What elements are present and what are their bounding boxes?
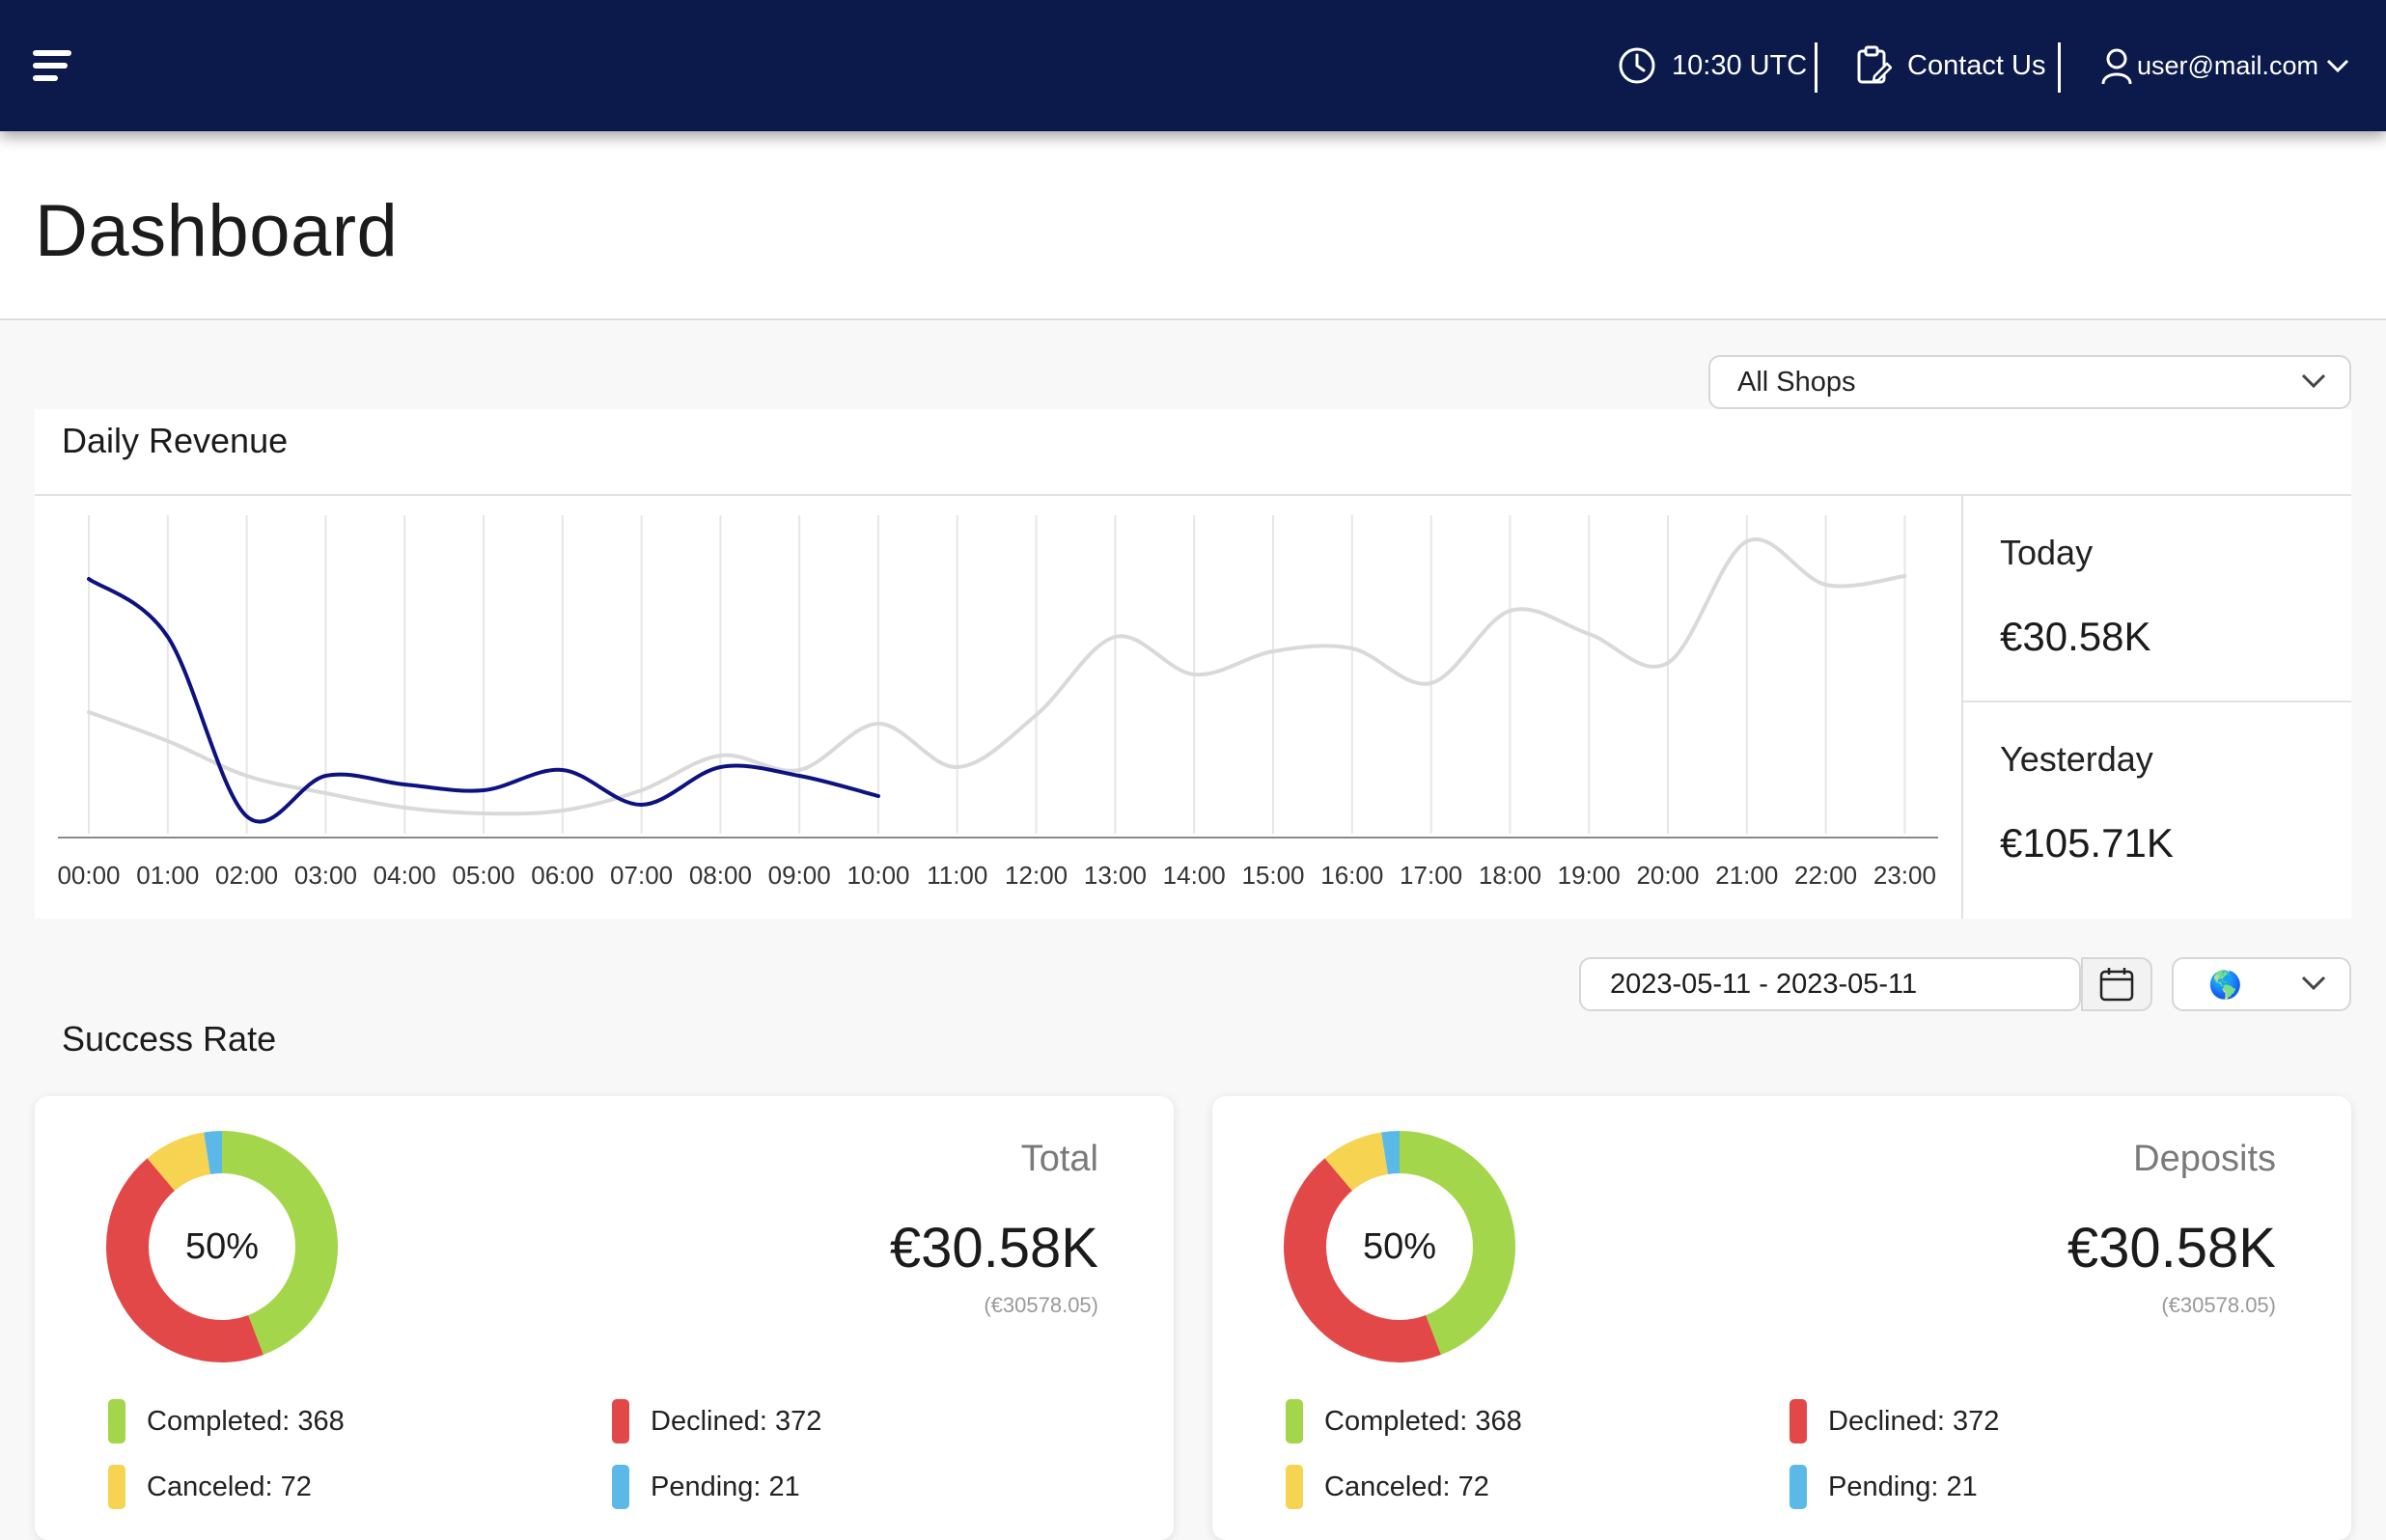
hamburger-menu-icon[interactable] (33, 50, 71, 83)
x-tick-label: 18:00 (1479, 861, 1541, 890)
series-line-yesterday (87, 536, 1907, 816)
success-rate-card-deposits: 50% Deposits €30.58K (€30578.05) Complet… (1212, 1096, 2351, 1540)
chevron-down-icon (2326, 59, 2349, 73)
legend-swatch (108, 1399, 125, 1444)
top-navigation-bar: 10:30 UTC Contact Us user@mail.com (0, 0, 2386, 131)
legend-item-declined: Declined: 372 (612, 1399, 821, 1444)
legend-text: Completed: 368 (1324, 1405, 1522, 1437)
daily-revenue-chart: 00:00 01:00 02:00 03:00 04:00 05:00 06:00 07:00… (57, 515, 1938, 890)
x-tick-label: 15:00 (1241, 861, 1304, 890)
x-tick-label: 05:00 (452, 861, 514, 890)
legend-swatch (1286, 1465, 1303, 1509)
x-tick-label: 21:00 (1715, 861, 1778, 890)
x-tick-label: 19:00 (1558, 861, 1621, 890)
daily-revenue-title: Daily Revenue (62, 421, 289, 460)
x-tick-label: 12:00 (1005, 861, 1068, 890)
contact-us-link[interactable]: Contact Us (1855, 42, 2045, 89)
region-select[interactable]: 🌎 (2172, 957, 2351, 1011)
x-tick-label: 11:00 (927, 861, 987, 890)
legend-item-pending: Pending: 21 (612, 1465, 800, 1509)
x-tick-label: 14:00 (1163, 861, 1226, 890)
legend-item-canceled: Canceled: 72 (108, 1465, 312, 1509)
x-tick-label: 22:00 (1794, 861, 1857, 890)
divider (1961, 494, 1963, 919)
utc-time: 10:30 UTC (1672, 49, 1808, 81)
yesterday-value: €105.71K (2000, 820, 2174, 866)
card-label: Total (1020, 1139, 1098, 1179)
today-value: €30.58K (2000, 614, 2151, 659)
x-tick-label: 16:00 (1320, 861, 1383, 890)
x-tick-label: 17:00 (1400, 861, 1462, 890)
x-tick-label: 00:00 (57, 861, 120, 890)
clipboard-edit-icon (1857, 45, 1892, 84)
x-tick-label: 13:00 (1084, 861, 1147, 890)
legend-text: Canceled: 72 (1324, 1471, 1489, 1502)
x-tick-label: 10:00 (846, 861, 909, 890)
x-tick-label: 20:00 (1636, 861, 1699, 890)
topbar-divider (2058, 42, 2061, 93)
legend-item-completed: Completed: 368 (1286, 1399, 1522, 1444)
today-label: Today (2000, 533, 2094, 572)
legend-text: Declined: 372 (651, 1405, 822, 1437)
legend-text: Pending: 21 (1828, 1471, 1978, 1502)
x-tick-label: 02:00 (215, 861, 278, 890)
legend-swatch (1790, 1465, 1807, 1509)
legend-text: Pending: 21 (651, 1471, 800, 1502)
clock-icon (1619, 47, 1655, 84)
legend-swatch (1790, 1399, 1807, 1444)
x-tick-label: 08:00 (689, 861, 752, 890)
date-range-input[interactable]: 2023-05-11 - 2023-05-11 (1579, 957, 2081, 1011)
donut-percent: 50% (184, 1225, 260, 1267)
legend-item-completed: Completed: 368 (108, 1399, 345, 1444)
card-amount-exact: (€30578.05) (984, 1293, 1098, 1317)
daily-revenue-card: Daily Revenue 00:00 01:00 02:00 03:00 04:00 0… (35, 409, 2351, 919)
yesterday-label: Yesterday (2000, 739, 2153, 779)
user-icon (2101, 48, 2132, 84)
card-amount: €30.58K (2067, 1217, 2276, 1279)
x-tick-label: 03:00 (294, 861, 357, 890)
legend-item-canceled: Canceled: 72 (1286, 1465, 1489, 1509)
legend-item-declined: Declined: 372 (1790, 1399, 1999, 1444)
success-rate-card-total: 50% Total €30.58K (€30578.05) Completed:… (35, 1096, 1174, 1540)
page-header: Dashboard (0, 131, 2386, 320)
calendar-icon (2099, 968, 2134, 1002)
card-amount: €30.58K (889, 1217, 1098, 1279)
legend-item-pending: Pending: 21 (1790, 1465, 1978, 1509)
success-rate-title: Success Rate (62, 1019, 277, 1059)
date-range-value: 2023-05-11 - 2023-05-11 (1610, 968, 1918, 1000)
x-tick-label: 07:00 (610, 861, 673, 890)
user-email: user@mail.com (2137, 50, 2318, 80)
card-label: Deposits (2133, 1139, 2276, 1179)
x-tick-label: 09:00 (768, 861, 831, 890)
legend-text: Declined: 372 (1828, 1405, 2000, 1437)
legend-swatch (108, 1465, 125, 1509)
legend-swatch (612, 1399, 629, 1444)
donut-percent: 50% (1362, 1225, 1437, 1267)
x-tick-label: 01:00 (136, 861, 199, 890)
user-menu[interactable]: user@mail.com (2100, 42, 2349, 89)
shop-select-value: All Shops (1737, 366, 1856, 398)
x-tick-label: 04:00 (374, 861, 436, 890)
x-tick-label: 06:00 (531, 861, 594, 890)
topbar-divider (1815, 42, 1817, 93)
card-amount-exact: (€30578.05) (2161, 1293, 2276, 1317)
utc-clock: 10:30 UTC (1618, 42, 1807, 89)
legend-swatch (612, 1465, 629, 1509)
legend-text: Completed: 368 (147, 1405, 345, 1437)
page-title: Dashboard (35, 190, 399, 272)
shop-select[interactable]: All Shops (1708, 355, 2351, 409)
chevron-down-icon (2301, 976, 2326, 991)
x-tick-label: 23:00 (1873, 861, 1936, 890)
legend-swatch (1286, 1399, 1303, 1444)
chevron-down-icon (2301, 373, 2326, 389)
divider (1963, 701, 2351, 702)
calendar-button[interactable] (2081, 957, 2152, 1011)
contact-us-label: Contact Us (1907, 49, 2046, 81)
globe-icon: 🌎 (2208, 969, 2242, 1000)
legend-text: Canceled: 72 (147, 1471, 312, 1502)
